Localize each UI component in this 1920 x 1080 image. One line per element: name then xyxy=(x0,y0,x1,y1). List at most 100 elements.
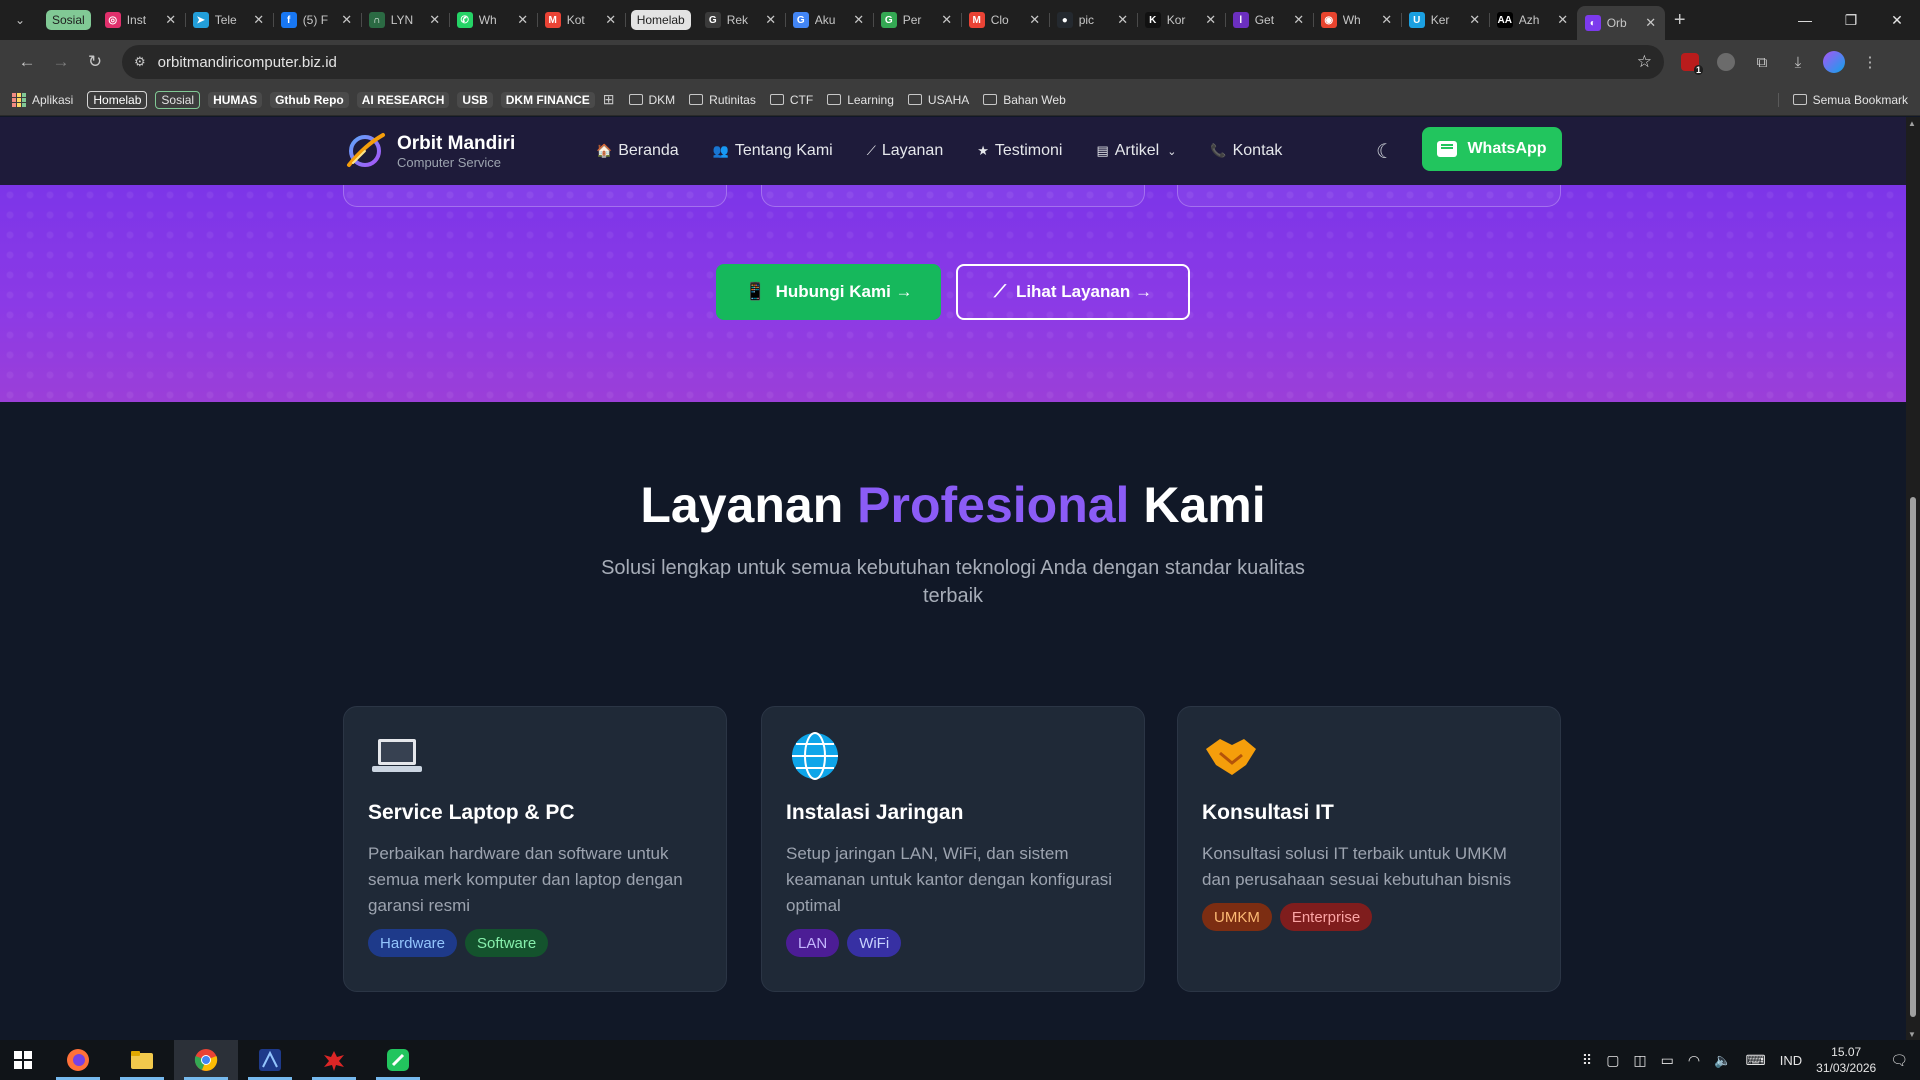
tab-close-icon[interactable]: ✕ xyxy=(1203,12,1219,28)
extension-grey-icon[interactable] xyxy=(1712,48,1740,76)
tab-active[interactable]: ◐ Orb ✕ xyxy=(1576,6,1665,40)
back-button[interactable]: ← xyxy=(10,45,44,79)
tray-window-icon[interactable]: ▢ xyxy=(1606,1052,1619,1069)
browser-tab[interactable]: K Kor ✕ xyxy=(1137,4,1226,36)
browser-tab[interactable]: U Ker ✕ xyxy=(1401,4,1490,36)
tab-group-chip[interactable]: Sosial xyxy=(46,10,91,30)
bookmark-folder[interactable]: Learning xyxy=(827,93,894,107)
bookmark-group-chip[interactable]: Homelab xyxy=(87,90,148,109)
nav-link-artikel[interactable]: ▤ Artikel ⌄ xyxy=(1096,142,1176,160)
tab-close-icon[interactable]: ✕ xyxy=(339,12,355,28)
browser-tab[interactable]: AA Azh ✕ xyxy=(1489,4,1578,36)
browser-tab[interactable]: ◉ Wh ✕ xyxy=(1313,4,1402,36)
tab-close-icon[interactable]: ✕ xyxy=(851,12,867,28)
scrollbar-thumb[interactable] xyxy=(1910,497,1916,1017)
browser-tab[interactable]: ● pic ✕ xyxy=(1049,4,1138,36)
minimize-button[interactable]: — xyxy=(1782,12,1828,29)
browser-tab[interactable]: ∩ LYN ✕ xyxy=(361,4,450,36)
tab-close-icon[interactable]: ✕ xyxy=(1379,12,1395,28)
battery-icon[interactable]: ▭ xyxy=(1661,1052,1674,1069)
browser-tab[interactable]: G Rek ✕ xyxy=(697,4,786,36)
tab-close-icon[interactable]: ✕ xyxy=(1467,12,1483,28)
reload-button[interactable]: ↻ xyxy=(78,45,112,79)
nav-link-layanan[interactable]: ⟋ Layanan xyxy=(867,142,944,160)
service-card[interactable]: Service Laptop & PC Perbaikan hardware da… xyxy=(343,706,727,992)
extensions-puzzle-icon[interactable]: ⧉ xyxy=(1748,48,1776,76)
brand-logo-link[interactable]: Orbit Mandiri Computer Service xyxy=(343,129,515,173)
tab-close-icon[interactable]: ✕ xyxy=(1115,12,1131,28)
browser-tab[interactable]: ◎ Inst ✕ xyxy=(97,4,186,36)
bookmark-group-chip[interactable]: DKM FINANCE xyxy=(500,91,595,108)
extension-red-icon[interactable]: 1 xyxy=(1676,48,1704,76)
service-card[interactable]: Instalasi Jaringan Setup jaringan LAN, Wi… xyxy=(761,706,1145,992)
tab-group-chip[interactable]: Homelab xyxy=(630,10,691,30)
bookmark-group-chip[interactable]: Gthub Repo xyxy=(270,91,349,108)
view-services-button[interactable]: ⟋ Lihat Layanan → xyxy=(956,264,1190,320)
tab-search-button[interactable]: ⌄ xyxy=(6,6,34,34)
language-indicator[interactable]: IND xyxy=(1780,1053,1802,1068)
app-red-icon[interactable] xyxy=(302,1040,366,1080)
bookmark-folder[interactable]: DKM xyxy=(628,93,675,107)
bookmark-folder[interactable]: Bahan Web xyxy=(983,93,1066,107)
bookmark-star-icon[interactable]: ☆ xyxy=(1637,52,1652,72)
whatsapp-button[interactable]: WhatsApp xyxy=(1422,127,1562,171)
tab-close-icon[interactable]: ✕ xyxy=(603,12,619,28)
tray-apps-icon[interactable]: ⠿ xyxy=(1582,1052,1592,1069)
all-bookmarks[interactable]: Semua Bookmark xyxy=(1777,92,1908,107)
url-text[interactable]: orbitmandiricomputer.biz.id xyxy=(158,54,337,71)
tray-meet-icon[interactable]: ◫ xyxy=(1633,1052,1646,1069)
firefox-icon[interactable] xyxy=(46,1040,110,1080)
contact-us-button[interactable]: 📱 Hubungi Kami → xyxy=(716,264,941,320)
tab-close-icon[interactable]: ✕ xyxy=(251,12,267,28)
bookmark-folder[interactable]: CTF xyxy=(769,93,813,107)
bookmark-group-chip[interactable]: USB xyxy=(457,91,493,108)
tab-close-icon[interactable]: ✕ xyxy=(1291,12,1307,28)
tab-close-icon[interactable]: ✕ xyxy=(427,12,443,28)
file-explorer-icon[interactable] xyxy=(110,1040,174,1080)
keyboard-icon[interactable]: ⌨ xyxy=(1746,1052,1766,1069)
volume-icon[interactable]: 🔈 xyxy=(1714,1052,1731,1069)
browser-tab[interactable]: M Kot ✕ xyxy=(537,4,626,36)
tab-close-icon[interactable]: ✕ xyxy=(763,12,779,28)
windows-start-icon[interactable] xyxy=(0,1040,46,1080)
bookmark-group-chip[interactable]: AI RESEARCH xyxy=(356,91,450,108)
profile-avatar[interactable] xyxy=(1820,48,1848,76)
browser-tab[interactable]: M Clo ✕ xyxy=(961,4,1050,36)
browser-tab[interactable]: ➤ Tele ✕ xyxy=(185,4,274,36)
chrome-icon[interactable] xyxy=(174,1040,238,1080)
page-scrollbar[interactable]: ▲ ▼ xyxy=(1906,117,1920,1041)
nav-link-beranda[interactable]: 🏠 Beranda xyxy=(596,142,679,160)
app-blue-icon[interactable] xyxy=(238,1040,302,1080)
browser-tab[interactable]: G Per ✕ xyxy=(873,4,962,36)
nav-link-tentang-kami[interactable]: 👥 Tentang Kami xyxy=(713,142,833,160)
bookmark-apps[interactable]: Aplikasi xyxy=(12,92,73,107)
tab-close-icon[interactable]: ✕ xyxy=(163,12,179,28)
site-info-icon[interactable]: ⚙ xyxy=(134,54,146,70)
browser-tab[interactable]: l Get ✕ xyxy=(1225,4,1314,36)
nav-link-kontak[interactable]: 📞 Kontak xyxy=(1210,142,1282,160)
new-tab-button[interactable]: + xyxy=(1665,9,1695,32)
clock[interactable]: 15.07 31/03/2026 xyxy=(1816,1044,1876,1076)
forward-button[interactable]: → xyxy=(44,45,78,79)
dark-mode-toggle-icon[interactable]: ☾ xyxy=(1376,139,1394,164)
browser-tab[interactable]: f (5) F ✕ xyxy=(273,4,362,36)
bookmark-grid-icon[interactable]: ⊞ xyxy=(603,91,615,108)
browser-tab[interactable]: G Aku ✕ xyxy=(785,4,874,36)
tab-close-icon[interactable]: ✕ xyxy=(939,12,955,28)
service-card[interactable]: Konsultasi IT Konsultasi solusi IT terbai… xyxy=(1177,706,1561,992)
menu-kebab-icon[interactable]: ⋮ xyxy=(1856,48,1884,76)
close-window-button[interactable]: ✕ xyxy=(1874,12,1920,29)
tab-close-icon[interactable]: ✕ xyxy=(1643,15,1659,31)
bookmark-group-chip[interactable]: Sosial xyxy=(155,90,201,109)
bookmark-group-chip[interactable]: HUMAS xyxy=(208,91,263,108)
notifications-icon[interactable]: 🗨 xyxy=(1890,1052,1908,1069)
bookmark-folder[interactable]: Rutinitas xyxy=(689,93,756,107)
nav-link-testimoni[interactable]: ★ Testimoni xyxy=(977,142,1062,160)
tab-close-icon[interactable]: ✕ xyxy=(515,12,531,28)
wifi-icon[interactable]: ◠ xyxy=(1688,1052,1700,1069)
app-green-icon[interactable] xyxy=(366,1040,430,1080)
maximize-button[interactable]: ❐ xyxy=(1828,12,1874,29)
tab-close-icon[interactable]: ✕ xyxy=(1555,12,1571,28)
download-icon[interactable]: ⤓ xyxy=(1784,48,1812,76)
browser-tab[interactable]: ✆ Wh ✕ xyxy=(449,4,538,36)
